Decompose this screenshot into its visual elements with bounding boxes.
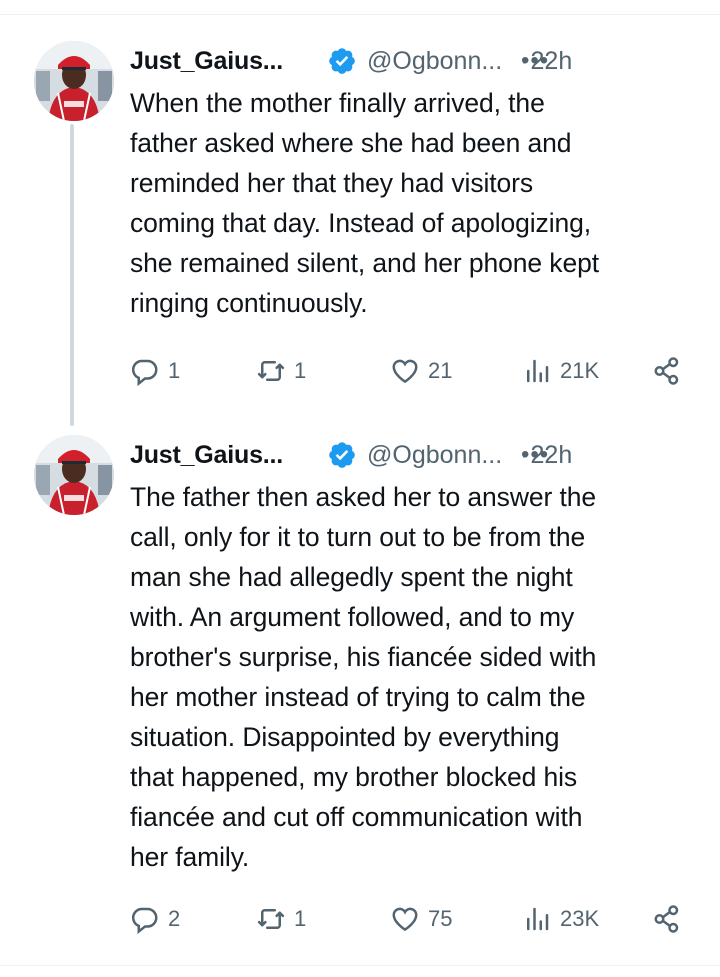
thread-connector-line	[70, 124, 74, 426]
views-icon	[527, 907, 549, 931]
repost-icon	[257, 909, 285, 929]
display-name[interactable]: Just_Gaius...	[130, 441, 283, 470]
avatar[interactable]	[34, 41, 114, 121]
like-button[interactable]: 75	[390, 901, 452, 937]
reply-icon	[131, 907, 158, 934]
repost-count: 1	[294, 358, 307, 383]
tweet-text: When the mother finally arrived, the fat…	[130, 88, 599, 318]
views-button[interactable]: 23K	[522, 901, 599, 937]
tweet-header: Just_Gaius... @Ogbonn... · 22h	[130, 435, 690, 475]
heart-icon	[392, 359, 418, 384]
like-button[interactable]: 21	[390, 353, 452, 389]
reply-button[interactable]: 2	[130, 901, 180, 937]
reply-count: 2	[168, 906, 181, 931]
share-button[interactable]	[652, 353, 682, 389]
action-bar: 2 1 75 23K	[130, 901, 690, 937]
display-name[interactable]: Just_Gaius...	[130, 47, 283, 76]
views-button[interactable]: 21K	[522, 353, 599, 389]
views-icon	[527, 359, 549, 383]
reply-button[interactable]: 1	[130, 353, 180, 389]
heart-icon	[392, 907, 418, 932]
action-bar: 1 1 21 21K	[130, 353, 690, 389]
view-count: 21K	[560, 358, 600, 383]
more-icon[interactable]: •••	[521, 41, 549, 81]
share-icon	[654, 357, 679, 385]
handle[interactable]: @Ogbonn...	[367, 441, 502, 470]
verified-badge-icon	[327, 440, 357, 470]
handle[interactable]: @Ogbonn...	[367, 47, 502, 76]
reply-count: 1	[168, 358, 181, 383]
like-count: 21	[428, 358, 453, 383]
repost-button[interactable]: 1	[256, 901, 306, 937]
tweet-text: The father then asked her to answer the …	[130, 482, 597, 872]
repost-icon	[257, 361, 285, 381]
repost-button[interactable]: 1	[256, 353, 306, 389]
more-icon[interactable]: •••	[521, 435, 549, 475]
reply-icon	[131, 359, 158, 386]
avatar[interactable]	[34, 435, 114, 515]
view-count: 23K	[560, 906, 600, 931]
verified-badge-icon	[327, 46, 357, 76]
share-icon	[654, 905, 679, 933]
like-count: 75	[428, 906, 453, 931]
share-button[interactable]	[652, 901, 682, 937]
repost-count: 1	[294, 906, 307, 931]
top-divider	[0, 14, 720, 15]
bottom-divider	[0, 965, 720, 966]
tweet-header: Just_Gaius... @Ogbonn... · 22h	[130, 41, 690, 81]
